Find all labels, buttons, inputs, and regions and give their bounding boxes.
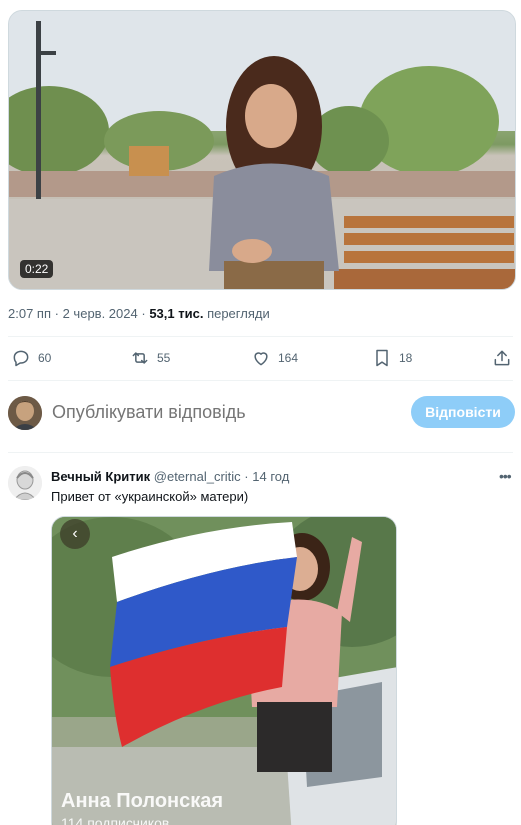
reply-author-handle[interactable]: @eternal_critic [154, 469, 241, 484]
repost-action[interactable]: 55 [130, 348, 170, 368]
reply-media[interactable]: ‹ Анна Полонская 114 подписчиков [51, 516, 397, 825]
media-image [52, 517, 396, 825]
user-avatar[interactable] [8, 396, 42, 430]
views-label: перегляди [207, 306, 270, 321]
video-player[interactable]: 0:22 [8, 10, 516, 290]
like-count: 164 [278, 351, 299, 365]
reply-separator: · [244, 469, 249, 484]
video-thumbnail [9, 11, 515, 289]
divider [8, 452, 513, 453]
bookmark-count: 18 [399, 351, 413, 365]
reply-input[interactable] [52, 402, 284, 423]
repost-count: 55 [157, 351, 171, 365]
views-count: 53,1 тис. [149, 306, 204, 321]
like-icon [254, 352, 268, 366]
meta-separator: · [141, 306, 146, 321]
share-icon [494, 350, 510, 366]
reply-action[interactable]: 60 [11, 348, 51, 368]
reply-button[interactable]: Відповісти [411, 396, 515, 428]
like-action[interactable]: 164 [251, 348, 298, 368]
repost-icon [132, 352, 148, 364]
reply-count: 60 [38, 351, 52, 365]
bookmark-action[interactable]: 18 [372, 348, 412, 368]
media-profile-name: Анна Полонская [61, 790, 224, 812]
action-bar: 60 55 164 18 [8, 344, 513, 374]
more-icon[interactable]: ••• [499, 468, 512, 484]
reply-time[interactable]: 14 год [252, 469, 289, 484]
media-profile-subscribers: 114 подписчиков [61, 815, 170, 825]
tweet-meta: 2:07 пп · 2 черв. 2024 · 53,1 тис. перег… [8, 306, 270, 321]
divider [8, 380, 513, 381]
bookmark-icon [376, 349, 388, 367]
divider [8, 336, 513, 337]
avatar-image [8, 466, 42, 500]
tweet-date[interactable]: 2 черв. 2024 [63, 306, 138, 321]
reply-icon [13, 350, 29, 367]
avatar-image [8, 396, 42, 430]
reply-header: Вечный Критик @eternal_critic · 14 год [51, 469, 289, 484]
video-duration: 0:22 [20, 260, 54, 278]
reply-author-avatar[interactable] [8, 466, 42, 500]
reply-author-name[interactable]: Вечный Критик [51, 469, 150, 484]
meta-separator: · [54, 306, 59, 321]
back-icon[interactable]: ‹ [60, 519, 90, 549]
reply-text: Привет от «украинской» матери) [51, 489, 249, 504]
tweet-time[interactable]: 2:07 пп [8, 306, 51, 321]
share-action[interactable] [492, 348, 512, 368]
